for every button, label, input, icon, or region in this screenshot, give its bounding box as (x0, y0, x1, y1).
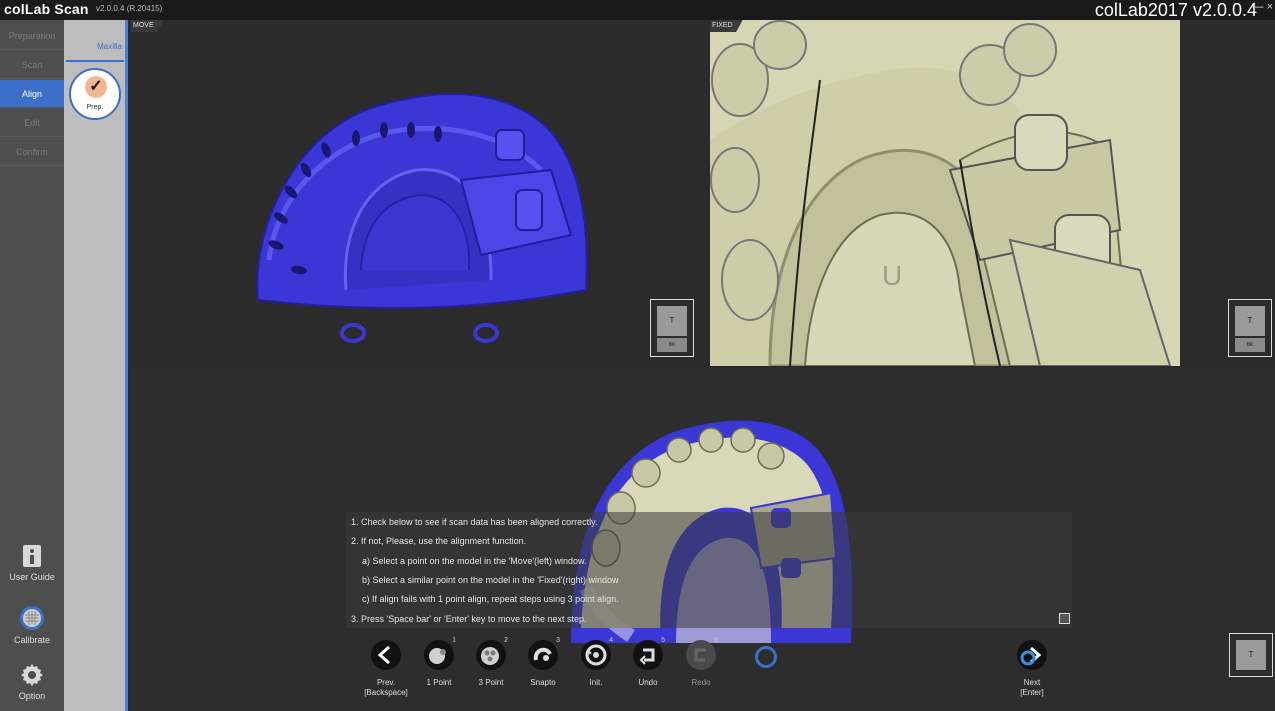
window-controls[interactable]: — × (1253, 2, 1273, 13)
app-version: v2.0.0.4 (R.20415) (96, 4, 163, 13)
three-point-label: 3 Point (478, 678, 504, 687)
user-guide-label: User Guide (9, 572, 55, 582)
snapto-icon: 3 (528, 637, 560, 670)
three-point-icon: 2 (476, 637, 508, 670)
prep-step-button[interactable]: ✓ Prep. (69, 68, 121, 120)
svg-text:U: U (882, 260, 902, 291)
prep-label: Prep. (86, 104, 104, 111)
move-model (256, 92, 588, 343)
instruction-line: 3. Press 'Space bar' or 'Enter' key to m… (351, 614, 587, 624)
snapto-label: Snapto (530, 678, 556, 687)
option-button[interactable]: Option (0, 663, 64, 701)
redo-button[interactable]: 6 Redo (671, 637, 731, 688)
option-label: Option (18, 691, 46, 701)
shortcut-number: 1 (452, 637, 456, 644)
sub-panel: Maxilla ✓ Prep. (64, 20, 128, 711)
shortcut-number: 6 (714, 637, 718, 644)
shortcut-number: 3 (556, 637, 560, 644)
redo-icon: 6 (686, 637, 718, 670)
prev-button[interactable]: Prev. [Backspace] (356, 640, 416, 698)
shortcut-number: 5 (661, 637, 665, 644)
cube-face-top[interactable]: T (657, 306, 687, 336)
init-label: Init. (589, 678, 603, 687)
calibrate-button[interactable]: Calibrate (0, 605, 64, 645)
one-point-button[interactable]: 1 1 Point (409, 637, 469, 688)
prev-label: Prev. (376, 678, 396, 687)
one-point-label: 1 Point (426, 678, 452, 687)
gear-icon (21, 664, 43, 686)
step-scan[interactable]: Scan (0, 51, 64, 79)
next-hint: [Enter] (1020, 688, 1044, 697)
cube-face-back[interactable]: BK (657, 338, 687, 352)
init-icon: 4 (581, 637, 613, 670)
instruction-line: c) If align fails with 1 point align, re… (362, 594, 619, 604)
arrow-left-icon (371, 640, 401, 670)
instruction-line: 2. If not, Please, use the alignment fun… (351, 536, 527, 546)
cube-face-top[interactable]: T (1236, 640, 1266, 670)
info-icon (23, 545, 41, 567)
fixed-viewport[interactable]: U FIXED T BK (710, 20, 1275, 366)
prev-hint: [Backspace] (364, 688, 408, 697)
user-guide-button[interactable]: User Guide (0, 544, 64, 582)
app-window: colLab Scan v2.0.0.4 (R.20415) colLab201… (0, 0, 1275, 711)
cube-face-top[interactable]: T (1235, 306, 1265, 336)
three-point-button[interactable]: 2 3 Point (461, 637, 521, 688)
next-label: Next (1023, 678, 1041, 687)
shortcut-number: 2 (504, 637, 508, 644)
move-view-cube[interactable]: T BK (650, 299, 694, 357)
snapto-button[interactable]: 3 Snapto (513, 637, 573, 688)
instruction-line: 1. Check below to see if scan data has b… (351, 517, 598, 527)
step-sidebar: Preparation Scan Align Edit Confirm User… (0, 20, 64, 711)
instructions-panel: 1. Check below to see if scan data has b… (346, 512, 1072, 628)
instruction-line: b) Select a similar point on the model i… (362, 575, 619, 585)
step-confirm[interactable]: Confirm (0, 138, 64, 166)
calibrate-icon (20, 606, 44, 630)
redo-label: Redo (691, 678, 711, 687)
next-icon (1017, 640, 1047, 670)
brand-title: colLab2017 v2.0.0.4 (1094, 0, 1257, 20)
undo-button[interactable]: 5 Undo (618, 637, 678, 688)
app-logo: colLab Scan (4, 1, 89, 17)
one-point-icon: 1 (424, 637, 456, 670)
step-align[interactable]: Align (0, 80, 64, 108)
fixed-model: U (710, 20, 1180, 366)
loading-ring-icon (755, 646, 777, 668)
shortcut-number: 4 (609, 637, 613, 644)
instruction-line: a) Select a point on the model in the 'M… (362, 556, 587, 566)
move-viewport[interactable]: MOVE T BK (131, 20, 708, 366)
init-button[interactable]: 4 Init. (566, 637, 626, 688)
expand-icon[interactable] (1059, 613, 1070, 624)
step-preparation[interactable]: Preparation (0, 22, 64, 50)
title-bar: colLab Scan v2.0.0.4 (R.20415) colLab201… (0, 0, 1275, 20)
fixed-view-cube[interactable]: T BK (1228, 299, 1272, 357)
tab-underline (66, 60, 124, 62)
undo-icon: 5 (633, 637, 665, 670)
check-icon: ✓ (85, 76, 107, 98)
maxilla-tab[interactable]: Maxilla (97, 42, 122, 51)
step-edit[interactable]: Edit (0, 109, 64, 137)
cube-face-back[interactable]: BK (1235, 338, 1265, 352)
bottom-view-cube[interactable]: T (1229, 633, 1273, 677)
calibrate-label: Calibrate (13, 635, 51, 645)
next-button[interactable]: Next [Enter] (1002, 640, 1062, 698)
undo-label: Undo (638, 678, 658, 687)
